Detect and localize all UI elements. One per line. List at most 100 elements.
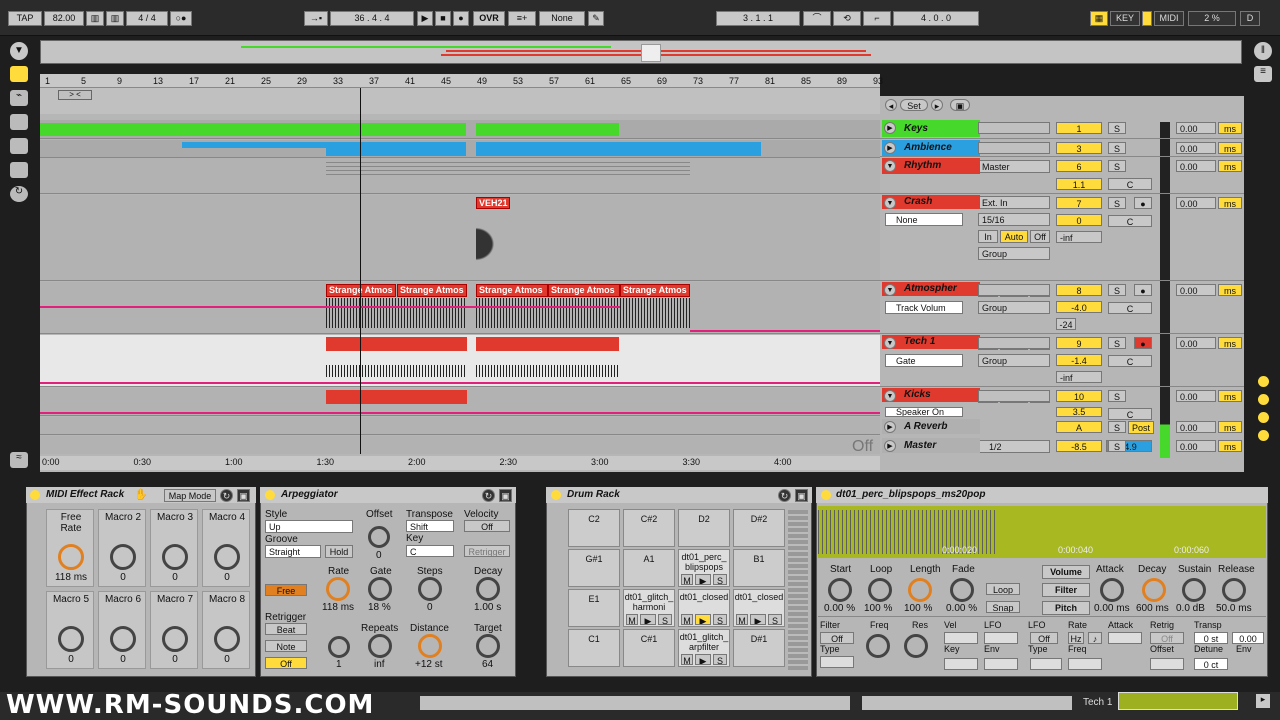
loop-switch-icon[interactable]: ⟲: [833, 11, 861, 26]
arp-key-select[interactable]: C: [406, 545, 454, 557]
sampler-lfo-type[interactable]: [1030, 658, 1062, 670]
drum-pad[interactable]: E1: [568, 589, 620, 627]
drum-pad[interactable]: C2: [568, 509, 620, 547]
key-map-button[interactable]: KEY: [1110, 11, 1140, 26]
clip-tech-1[interactable]: [326, 337, 467, 351]
signature-field[interactable]: 4 / 4: [126, 11, 168, 26]
pad-mute[interactable]: M: [681, 614, 693, 625]
sampler-volume-tab[interactable]: Volume: [1042, 565, 1090, 579]
midi-map-button[interactable]: MIDI: [1154, 11, 1184, 26]
hotswap-icon[interactable]: ↻: [10, 186, 28, 202]
track-activator[interactable]: 7: [1056, 197, 1102, 209]
macro-knob[interactable]: [58, 626, 84, 652]
drum-save-icon[interactable]: ▣: [795, 489, 808, 502]
clip-strange-2[interactable]: Strange Atmos: [397, 284, 467, 297]
drum-pad[interactable]: C#2: [623, 509, 675, 547]
drum-pad[interactable]: dt01_perc_blipspops M ▶ S: [678, 549, 730, 587]
set-options-icon[interactable]: ▣: [950, 99, 970, 111]
track-header-7[interactable]: A Reverb: [882, 419, 980, 434]
track-delay-unit[interactable]: ms: [1218, 390, 1242, 402]
macro-5[interactable]: Macro 5 0: [46, 591, 94, 669]
atm-automation-select[interactable]: Track Volum: [885, 301, 963, 314]
sampler-res-knob[interactable]: [904, 634, 928, 658]
kicks-automation-select[interactable]: Speaker On: [885, 407, 963, 417]
mixer-empty-slot[interactable]: [978, 337, 1050, 349]
track-solo-button[interactable]: S: [1108, 142, 1126, 154]
mixer-toggle-icon[interactable]: [1258, 412, 1269, 423]
track-pan[interactable]: C: [1108, 408, 1152, 420]
drum-pad[interactable]: A1: [623, 549, 675, 587]
track-delay-field[interactable]: 0.00: [1176, 421, 1216, 433]
sampler-hz-button[interactable]: Hz: [1068, 632, 1084, 644]
sampler-attack-field[interactable]: [1108, 632, 1142, 644]
loop-length-field[interactable]: 4 . 0 . 0: [893, 11, 979, 26]
pad-play-icon[interactable]: ▶: [695, 654, 711, 665]
drum-pad[interactable]: D#2: [733, 509, 785, 547]
arp-rate-knob[interactable]: [326, 577, 350, 601]
pad-play-icon[interactable]: ▶: [640, 614, 656, 625]
metronome-icon[interactable]: ▥: [86, 11, 104, 26]
sampler-loop-button[interactable]: Loop: [986, 583, 1020, 595]
fold-icon[interactable]: ≈: [10, 452, 28, 468]
macro-6[interactable]: Macro 6 0: [98, 591, 146, 669]
track-pan[interactable]: C: [1108, 178, 1152, 190]
sampler-loop-knob[interactable]: [868, 578, 892, 602]
sampler-sustain-knob[interactable]: [1182, 578, 1206, 602]
clip-ambience-2[interactable]: [326, 145, 466, 156]
macro-knob[interactable]: [214, 626, 240, 652]
track-header-1[interactable]: Ambience: [882, 140, 980, 156]
arp-retrig-knob[interactable]: [328, 636, 350, 658]
macro-3[interactable]: Macro 3 0: [150, 509, 198, 587]
pad-mute[interactable]: M: [681, 574, 693, 585]
song-position[interactable]: 36 . 4 . 4: [330, 11, 414, 26]
track-activator[interactable]: 6: [1056, 160, 1102, 172]
track-delay-field[interactable]: 0.00: [1176, 284, 1216, 296]
track-fold-icon[interactable]: ▼: [884, 284, 896, 296]
hand-icon[interactable]: ✋: [134, 488, 148, 501]
macro-knob[interactable]: [162, 544, 188, 570]
sampler-key-field[interactable]: [944, 658, 978, 670]
sampler-freq-knob[interactable]: [866, 634, 890, 658]
track-activator[interactable]: A: [1056, 421, 1102, 433]
macro-4[interactable]: Macro 4 0: [202, 509, 250, 587]
sampler-lfo-off[interactable]: Off: [1030, 632, 1058, 644]
pad-mute[interactable]: M: [736, 614, 748, 625]
record-icon[interactable]: ●: [453, 11, 469, 26]
crash-volume[interactable]: 0: [1056, 214, 1102, 226]
track-solo-button[interactable]: S: [1108, 160, 1126, 172]
track-delay-unit[interactable]: ms: [1218, 197, 1242, 209]
loop-start-field[interactable]: 3 . 1 . 1: [716, 11, 800, 26]
atm-volume[interactable]: -4.0: [1056, 301, 1102, 313]
macro-knob[interactable]: [58, 544, 84, 570]
arp-note-button[interactable]: Note: [265, 640, 307, 652]
arp-offset-knob[interactable]: [368, 526, 390, 548]
macro-2[interactable]: Macro 2 0: [98, 509, 146, 587]
track-activator[interactable]: 3: [1056, 142, 1102, 154]
rack-power-icon[interactable]: [30, 490, 40, 500]
arp-off-button[interactable]: Off: [265, 657, 307, 669]
drum-pad[interactable]: dt01_closed M ▶ S: [678, 589, 730, 627]
track-header-0[interactable]: Keys: [882, 120, 980, 137]
io-toggle-icon[interactable]: [1258, 376, 1269, 387]
track-activator[interactable]: 10: [1056, 390, 1102, 402]
track-solo-button[interactable]: S: [1108, 284, 1126, 296]
track-delay-field[interactable]: 0.00: [1176, 160, 1216, 172]
pad-solo[interactable]: S: [658, 614, 672, 625]
track-fold-icon[interactable]: ▶: [884, 440, 896, 452]
track-activator[interactable]: [1056, 440, 1102, 452]
track-solo-button[interactable]: S: [1108, 197, 1126, 209]
sampler-detune-field[interactable]: 0 ct: [1194, 658, 1228, 670]
automation-arm-icon[interactable]: ≡+: [508, 11, 536, 26]
set-prev-icon[interactable]: ◂: [885, 99, 897, 111]
rack-save-icon[interactable]: ▣: [237, 489, 250, 502]
plugin-browser-icon[interactable]: ⌁: [10, 90, 28, 106]
punch-in-icon[interactable]: ⌒: [803, 11, 831, 26]
sampler-filter-tab[interactable]: Filter: [1042, 583, 1090, 597]
track-delay-unit[interactable]: ms: [1218, 142, 1242, 154]
track-delay-field[interactable]: 0.00: [1176, 142, 1216, 154]
macro-knob[interactable]: [214, 544, 240, 570]
sampler-snap-button[interactable]: Snap: [986, 601, 1020, 613]
sampler-filter-off[interactable]: Off: [820, 632, 854, 644]
sampler-power-icon[interactable]: [821, 490, 831, 500]
session-view-icon[interactable]: ‖: [1254, 42, 1272, 60]
